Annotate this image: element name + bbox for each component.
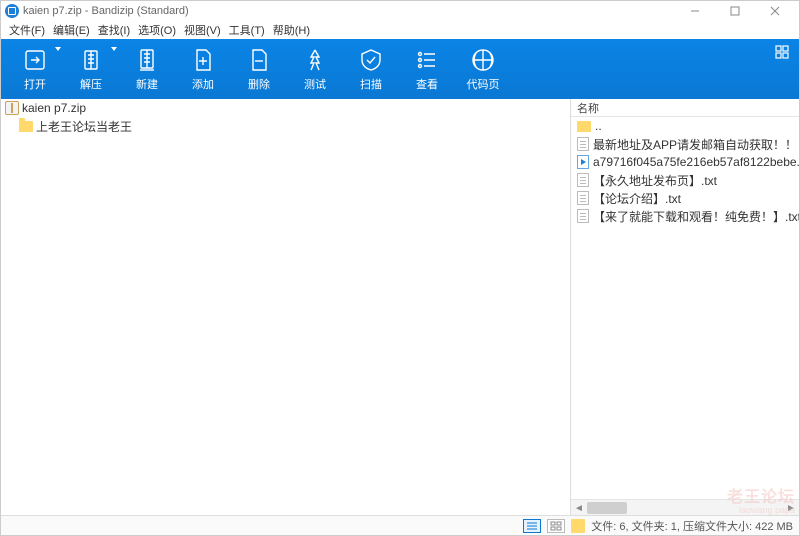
text-file-icon	[577, 209, 589, 223]
toolbar: 打开 解压 新建 添加 删除 测试 扫描 查看	[1, 39, 799, 99]
tree-child-label: 上老王论坛当老王	[36, 118, 132, 135]
video-file-icon	[577, 155, 589, 169]
window-title: kaien p7.zip - Bandizip (Standard)	[23, 5, 189, 17]
codepage-label: 代码页	[467, 76, 500, 92]
menu-tools[interactable]: 工具(T)	[227, 22, 267, 38]
text-file-icon	[577, 137, 589, 151]
open-icon	[22, 47, 48, 73]
minimize-icon	[690, 6, 700, 16]
chevron-down-icon	[111, 47, 117, 51]
add-label: 添加	[192, 76, 214, 92]
delete-label: 删除	[248, 76, 270, 92]
file-name: 【论坛介绍】.txt	[593, 190, 681, 207]
list-pane: 名称 .. 最新地址及APP请发邮箱自动获取！！！.txt a79716f045…	[571, 99, 799, 515]
file-list[interactable]: .. 最新地址及APP请发邮箱自动获取！！！.txt a79716f045a75…	[571, 117, 799, 499]
scan-button[interactable]: 扫描	[343, 41, 399, 97]
chevron-down-icon	[55, 47, 61, 51]
menu-help[interactable]: 帮助(H)	[271, 22, 312, 38]
new-button[interactable]: 新建	[119, 41, 175, 97]
tree-root-row[interactable]: kaien p7.zip	[1, 99, 570, 117]
menu-find[interactable]: 查找(I)	[96, 22, 132, 38]
extract-label: 解压	[80, 76, 102, 92]
folder-icon	[571, 519, 585, 533]
folder-icon	[577, 121, 591, 132]
test-icon	[302, 47, 328, 73]
menu-file[interactable]: 文件(F)	[7, 22, 47, 38]
app-icon	[5, 4, 19, 18]
extract-button[interactable]: 解压	[63, 41, 119, 97]
scroll-left-icon[interactable]: ◄	[571, 500, 587, 516]
menu-bar: 文件(F) 编辑(E) 查找(I) 选项(O) 视图(V) 工具(T) 帮助(H…	[1, 21, 799, 39]
open-label: 打开	[24, 76, 46, 92]
status-text: 文件: 6, 文件夹: 1, 压缩文件大小: 422 MB	[591, 518, 793, 534]
view-mode-icons-button[interactable]	[547, 519, 565, 533]
tree-child-row[interactable]: 上老王论坛当老王	[1, 117, 570, 135]
file-name: a79716f045a75fe216eb57af8122bebe.mp4	[593, 155, 799, 169]
grid-icon	[550, 521, 562, 531]
file-name: 最新地址及APP请发邮箱自动获取！！！.txt	[593, 136, 799, 153]
file-name: 【永久地址发布页】.txt	[593, 172, 717, 189]
list-item[interactable]: ..	[571, 117, 799, 135]
list-icon	[526, 521, 538, 531]
view-button[interactable]: 查看	[399, 41, 455, 97]
title-bar: kaien p7.zip - Bandizip (Standard)	[1, 1, 799, 21]
test-button[interactable]: 测试	[287, 41, 343, 97]
layout-toggle-button[interactable]	[775, 45, 789, 59]
tree-pane[interactable]: kaien p7.zip 上老王论坛当老王	[1, 99, 571, 515]
scroll-thumb[interactable]	[587, 502, 627, 514]
text-file-icon	[577, 173, 589, 187]
maximize-button[interactable]	[715, 1, 755, 21]
file-name: ..	[595, 119, 602, 133]
delete-icon	[246, 47, 272, 73]
codepage-icon	[470, 47, 496, 73]
list-item[interactable]: 【论坛介绍】.txt	[571, 189, 799, 207]
horizontal-scrollbar[interactable]: ◄ ►	[571, 499, 799, 515]
list-item[interactable]: 【来了就能下载和观看！纯免费！】.txt	[571, 207, 799, 225]
scroll-right-icon[interactable]: ►	[783, 500, 799, 516]
add-button[interactable]: 添加	[175, 41, 231, 97]
view-icon	[414, 47, 440, 73]
open-button[interactable]: 打开	[7, 41, 63, 97]
file-name: 【来了就能下载和观看！纯免费！】.txt	[593, 208, 799, 225]
maximize-icon	[730, 6, 740, 16]
test-label: 测试	[304, 76, 326, 92]
new-icon	[134, 47, 160, 73]
new-label: 新建	[136, 76, 158, 92]
folder-icon	[19, 121, 33, 132]
list-item[interactable]: 【永久地址发布页】.txt	[571, 171, 799, 189]
status-bar: 文件: 6, 文件夹: 1, 压缩文件大小: 422 MB	[1, 515, 799, 535]
archive-icon	[5, 101, 19, 115]
menu-edit[interactable]: 编辑(E)	[51, 22, 92, 38]
codepage-button[interactable]: 代码页	[455, 41, 511, 97]
view-label: 查看	[416, 76, 438, 92]
add-icon	[190, 47, 216, 73]
close-icon	[770, 6, 780, 16]
list-item[interactable]: a79716f045a75fe216eb57af8122bebe.mp4	[571, 153, 799, 171]
close-button[interactable]	[755, 1, 795, 21]
text-file-icon	[577, 191, 589, 205]
list-header[interactable]: 名称	[571, 99, 799, 117]
menu-options[interactable]: 选项(O)	[136, 22, 178, 38]
column-name: 名称	[577, 100, 599, 116]
tree-root-label: kaien p7.zip	[22, 101, 86, 115]
scan-label: 扫描	[360, 76, 382, 92]
minimize-button[interactable]	[675, 1, 715, 21]
extract-icon	[78, 47, 104, 73]
menu-view[interactable]: 视图(V)	[182, 22, 223, 38]
scan-icon	[358, 47, 384, 73]
grid-icon	[775, 45, 789, 59]
list-item[interactable]: 最新地址及APP请发邮箱自动获取！！！.txt	[571, 135, 799, 153]
main-area: kaien p7.zip 上老王论坛当老王 名称 .. 最新地址及APP请发邮箱…	[1, 99, 799, 515]
delete-button[interactable]: 删除	[231, 41, 287, 97]
view-mode-details-button[interactable]	[523, 519, 541, 533]
